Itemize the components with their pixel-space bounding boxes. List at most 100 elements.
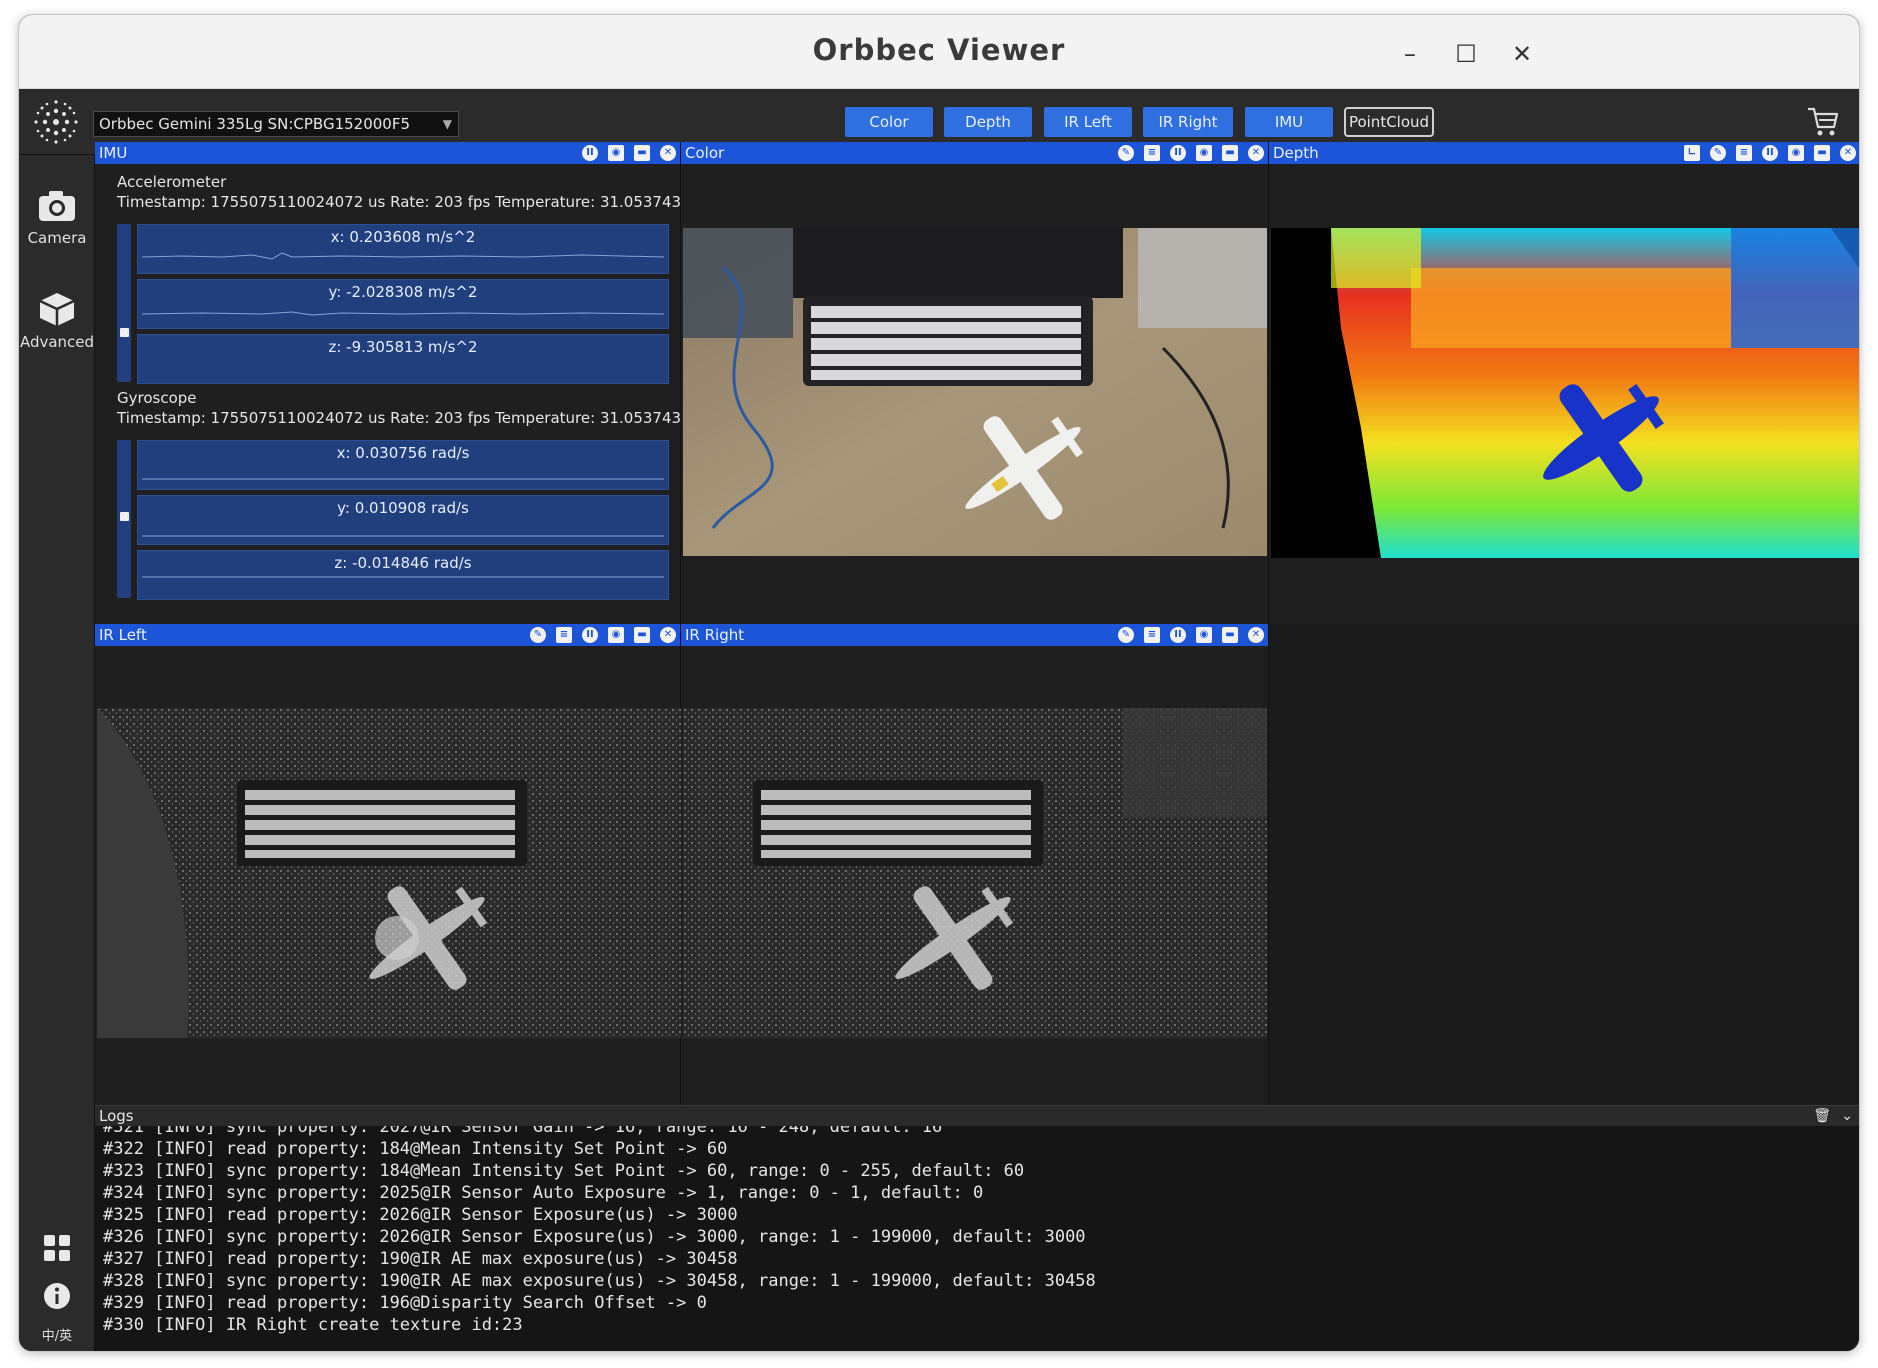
- logs-panel: Logs 🗑 ⌄ #321 [INFO] sync property: 2027…: [95, 1105, 1859, 1351]
- log-line: #325 [INFO] read property: 2026@IR Senso…: [103, 1205, 738, 1225]
- log-line: #322 [INFO] read property: 184@Mean Inte…: [103, 1139, 728, 1159]
- color-panel-header: Color ✎ ≡ II ◉ ▬ ✕: [681, 142, 1268, 164]
- accel-x-plot: x: 0.203608 m/s^2: [137, 224, 669, 274]
- gyroscope-scroll-slider[interactable]: [117, 440, 131, 598]
- gyroscope-section: Gyroscope Timestamp: 1755075110024072 us…: [95, 388, 704, 428]
- stream-button-ir-left[interactable]: IR Left: [1044, 107, 1132, 137]
- log-line: #323 [INFO] sync property: 184@Mean Inte…: [103, 1161, 1025, 1181]
- gyroscope-meta: Timestamp: 1755075110024072 us Rate: 203…: [117, 409, 704, 427]
- close-stream-icon[interactable]: ✕: [1248, 145, 1264, 161]
- accelerometer-title: Accelerometer: [117, 173, 227, 191]
- ir-right-panel-header: IR Right ✎ ≡ II ◉ ▬ ✕: [681, 624, 1268, 646]
- logs-header: Logs 🗑 ⌄: [95, 1106, 1859, 1126]
- ir-left-panel: IR Left ✎ ≡ II ◉ ▬ ✕: [95, 624, 681, 1105]
- close-stream-icon[interactable]: ✕: [660, 627, 676, 643]
- stream-button-color[interactable]: Color: [845, 107, 933, 137]
- cube-icon: [39, 293, 75, 326]
- slider-knob[interactable]: [120, 512, 129, 521]
- info-list-icon[interactable]: ≡: [1736, 145, 1752, 161]
- depth-stream-image: [1271, 228, 1859, 558]
- sidebar-item-camera[interactable]: Camera: [19, 189, 95, 247]
- edit-icon[interactable]: ✎: [1118, 627, 1134, 643]
- stream-button-pointcloud[interactable]: PointCloud: [1344, 107, 1434, 137]
- snapshot-icon[interactable]: ◉: [1788, 145, 1804, 161]
- gyroscope-title: Gyroscope: [117, 389, 197, 407]
- window-icon[interactable]: ▬: [1222, 627, 1238, 643]
- logs-body[interactable]: #321 [INFO] sync property: 2027@IR Senso…: [103, 1126, 1853, 1351]
- snapshot-icon[interactable]: ◉: [608, 627, 624, 643]
- ir-left-panel-title: IR Left: [99, 626, 147, 644]
- chevron-down-icon: ▼: [442, 117, 452, 131]
- orbbec-logo-icon: [34, 100, 78, 144]
- close-stream-icon[interactable]: ✕: [1248, 627, 1264, 643]
- log-line: #324 [INFO] sync property: 2025@IR Senso…: [103, 1183, 984, 1203]
- log-line: #330 [INFO] IR Right create texture id:2…: [103, 1315, 523, 1335]
- stream-button-depth[interactable]: Depth: [944, 107, 1032, 137]
- window-title: Orbbec Viewer: [812, 33, 1066, 67]
- accel-z-plot: z: -9.305813 m/s^2: [137, 334, 669, 384]
- pause-icon[interactable]: II: [582, 145, 598, 161]
- gyro-x-plot: x: 0.030756 rad/s: [137, 440, 669, 490]
- sidebar-item-advanced[interactable]: Advanced: [19, 291, 95, 351]
- color-panel: Color ✎ ≡ II ◉ ▬ ✕: [681, 142, 1269, 624]
- snapshot-icon[interactable]: ◉: [1196, 145, 1212, 161]
- snapshot-icon[interactable]: ◉: [1196, 627, 1212, 643]
- info-list-icon[interactable]: ≡: [1144, 145, 1160, 161]
- app-window: Orbbec Viewer – ☐ ✕ Orbbec Gemini 335Lg …: [18, 14, 1860, 1352]
- empty-panel-area: [1269, 624, 1859, 1105]
- logs-title: Logs: [99, 1107, 134, 1125]
- close-stream-icon[interactable]: ✕: [660, 145, 676, 161]
- close-icon[interactable]: ✕: [1507, 39, 1537, 69]
- accel-y-plot: y: -2.028308 m/s^2: [137, 279, 669, 329]
- accelerometer-meta: Timestamp: 1755075110024072 us Rate: 203…: [117, 193, 704, 211]
- edit-icon[interactable]: ✎: [530, 627, 546, 643]
- accelerometer-scroll-slider[interactable]: [117, 224, 131, 382]
- ir-right-panel-title: IR Right: [685, 626, 745, 644]
- imu-panel-header: IMU II ◉ ▬ ✕: [95, 142, 680, 164]
- gyro-y-plot: y: 0.010908 rad/s: [137, 495, 669, 545]
- pause-icon[interactable]: II: [1170, 145, 1186, 161]
- trash-icon[interactable]: 🗑: [1813, 1106, 1831, 1126]
- window-icon[interactable]: ▬: [634, 627, 650, 643]
- ir-right-stream-image: [683, 708, 1267, 1038]
- stream-button-ir-right[interactable]: IR Right: [1143, 107, 1233, 137]
- window-icon[interactable]: ▬: [1814, 145, 1830, 161]
- window-icon[interactable]: ▬: [1222, 145, 1238, 161]
- slider-knob[interactable]: [120, 328, 129, 337]
- sidebar: Camera Advanced 中/英: [19, 155, 95, 1351]
- imu-panel-title: IMU: [99, 144, 128, 162]
- imu-panel: IMU II ◉ ▬ ✕ Accelerometer Timestamp: 17…: [95, 142, 704, 624]
- close-stream-icon[interactable]: ✕: [1840, 145, 1856, 161]
- window-icon[interactable]: ▬: [634, 145, 650, 161]
- edit-icon[interactable]: ✎: [1710, 145, 1726, 161]
- pause-icon[interactable]: II: [1170, 627, 1186, 643]
- cart-icon[interactable]: [1805, 103, 1841, 139]
- log-line: #328 [INFO] sync property: 190@IR AE max…: [103, 1271, 1096, 1291]
- color-stream-image: [683, 228, 1267, 556]
- snapshot-icon[interactable]: ◉: [608, 145, 624, 161]
- chevron-down-icon[interactable]: ⌄: [1841, 1106, 1853, 1126]
- ruler-icon[interactable]: ∟: [1684, 145, 1700, 161]
- ir-right-panel: IR Right ✎ ≡ II ◉ ▬ ✕: [681, 624, 1269, 1105]
- log-line: #327 [INFO] read property: 190@IR AE max…: [103, 1249, 738, 1269]
- ir-left-panel-header: IR Left ✎ ≡ II ◉ ▬ ✕: [95, 624, 680, 646]
- info-list-icon[interactable]: ≡: [556, 627, 572, 643]
- device-select[interactable]: Orbbec Gemini 335Lg SN:CPBG152000F5 USB3…: [93, 111, 459, 157]
- log-line: #326 [INFO] sync property: 2026@IR Senso…: [103, 1227, 1086, 1247]
- color-panel-title: Color: [685, 144, 725, 162]
- pause-icon[interactable]: II: [582, 627, 598, 643]
- ir-left-stream-image: [97, 708, 681, 1038]
- stream-button-imu[interactable]: IMU: [1245, 107, 1333, 137]
- sidebar-item-camera-label: Camera: [27, 229, 87, 247]
- edit-icon[interactable]: ✎: [1118, 145, 1134, 161]
- info-icon[interactable]: [19, 1281, 95, 1315]
- info-list-icon[interactable]: ≡: [1144, 627, 1160, 643]
- pause-icon[interactable]: II: [1762, 145, 1778, 161]
- minimize-icon[interactable]: –: [1395, 39, 1425, 69]
- log-line: #329 [INFO] read property: 196@Disparity…: [103, 1293, 707, 1313]
- camera-icon: [39, 191, 75, 221]
- language-toggle[interactable]: 中/英: [19, 1325, 95, 1344]
- grid-view-icon[interactable]: [19, 1233, 95, 1267]
- maximize-icon[interactable]: ☐: [1451, 39, 1481, 69]
- depth-panel: Depth ∟ ✎ ≡ II ◉ ▬ ✕: [1269, 142, 1859, 624]
